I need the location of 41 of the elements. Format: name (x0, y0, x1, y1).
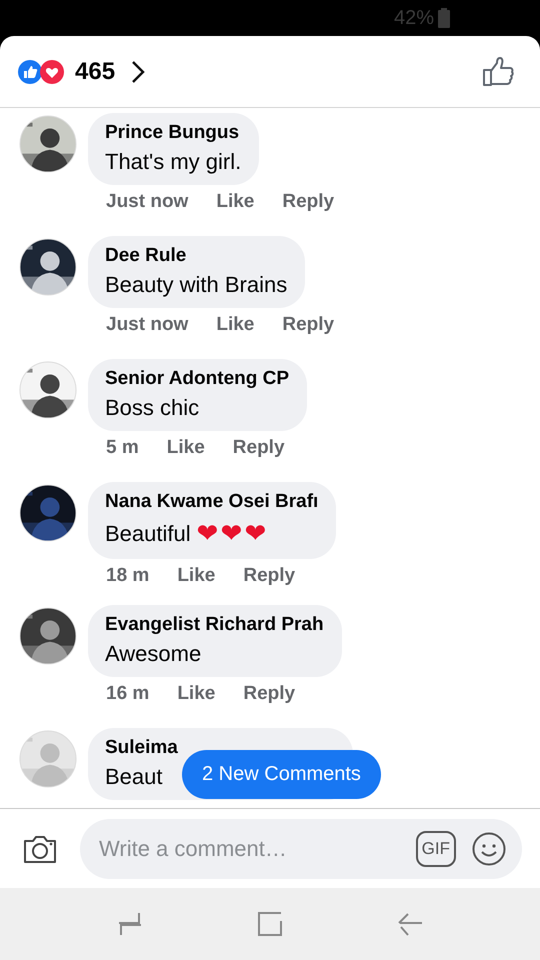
comment-field[interactable]: Write a comment… GIF (80, 818, 522, 878)
battery-icon (438, 8, 450, 28)
heart-emoji: ❤❤❤ (196, 518, 269, 549)
comment-text: Awesome (105, 641, 202, 667)
back-icon[interactable] (397, 911, 423, 937)
comment-text: Beautiful (105, 520, 191, 546)
commenter-name[interactable]: Evangelist Richard Prah (105, 614, 324, 636)
commenter-name[interactable]: Suleima (105, 737, 178, 759)
comment-text: Beaut (105, 764, 162, 790)
chevron-right-icon[interactable] (131, 60, 146, 84)
like-icon[interactable] (482, 56, 514, 86)
home-icon[interactable] (257, 911, 283, 937)
commenter-name[interactable]: Senior Adonteng CP (105, 368, 290, 390)
like-link[interactable]: Like (177, 683, 216, 705)
comment-time: 18 m (106, 565, 150, 587)
like-link[interactable]: Like (216, 191, 254, 213)
reply-link[interactable]: Reply (243, 683, 296, 705)
comment-time: Just now (106, 191, 188, 213)
comment-text: Beauty with Brains (105, 272, 288, 298)
like-link[interactable]: Like (177, 565, 216, 587)
commenter-name[interactable]: Prince Bungus (105, 122, 240, 144)
recent-apps-icon[interactable] (117, 911, 143, 937)
reply-link[interactable]: Reply (282, 314, 334, 336)
reaction-count[interactable]: 465 (75, 58, 116, 86)
new-comments-toast[interactable]: 2 New Comments (182, 750, 381, 799)
reply-link[interactable]: Reply (243, 565, 296, 587)
reply-link[interactable]: Reply (232, 437, 285, 459)
comment-time: Just now (106, 314, 188, 336)
commenter-name[interactable]: Dee Rule (105, 245, 186, 267)
like-link[interactable]: Like (166, 437, 205, 459)
commenter-name[interactable]: Nana Kwame Osei Brafı (105, 491, 318, 513)
comment-text: That's my girl. (105, 149, 242, 175)
like-link[interactable]: Like (216, 314, 254, 336)
comment-text: Boss chic (105, 395, 200, 421)
reply-link[interactable]: Reply (282, 191, 334, 213)
reaction-icons[interactable] (17, 58, 67, 84)
comment-time: 5 m (106, 437, 139, 459)
comment-time: 16 m (106, 683, 150, 705)
emoji-icon[interactable] (472, 832, 506, 866)
gif-button[interactable]: GIF (416, 830, 456, 866)
battery-level: 42% (394, 6, 434, 30)
